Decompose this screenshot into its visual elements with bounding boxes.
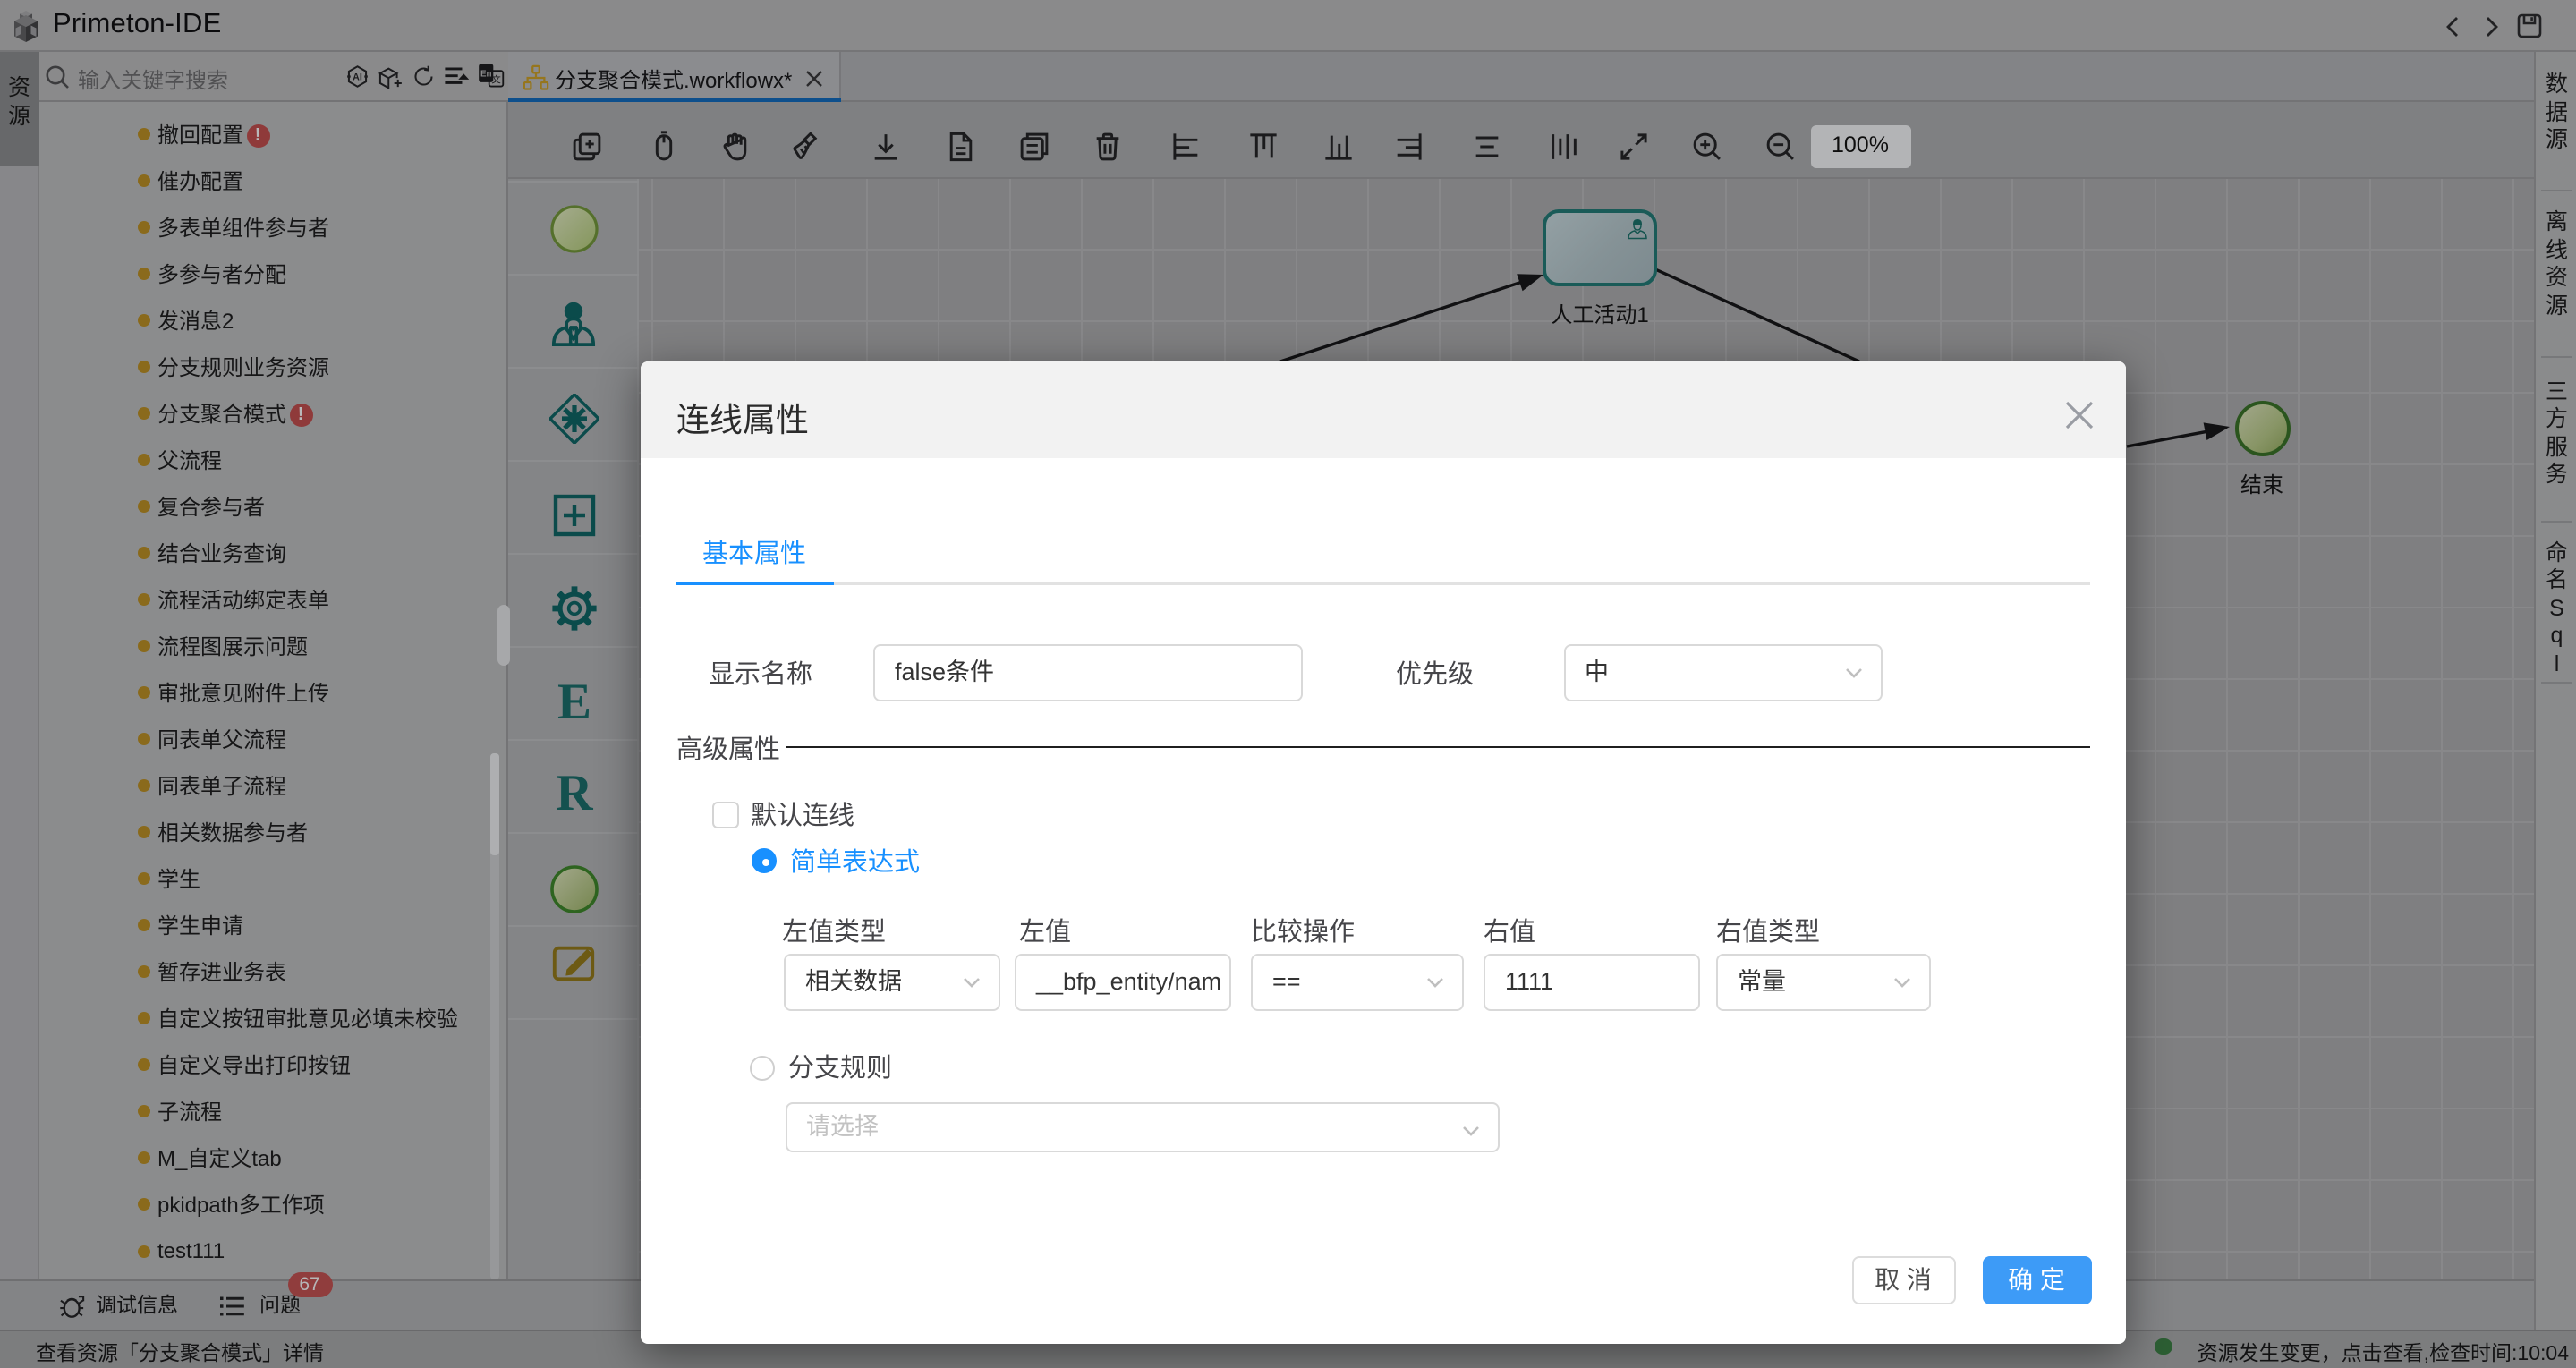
svg-text:AI: AI — [353, 72, 362, 82]
svg-text:文: 文 — [490, 74, 500, 86]
